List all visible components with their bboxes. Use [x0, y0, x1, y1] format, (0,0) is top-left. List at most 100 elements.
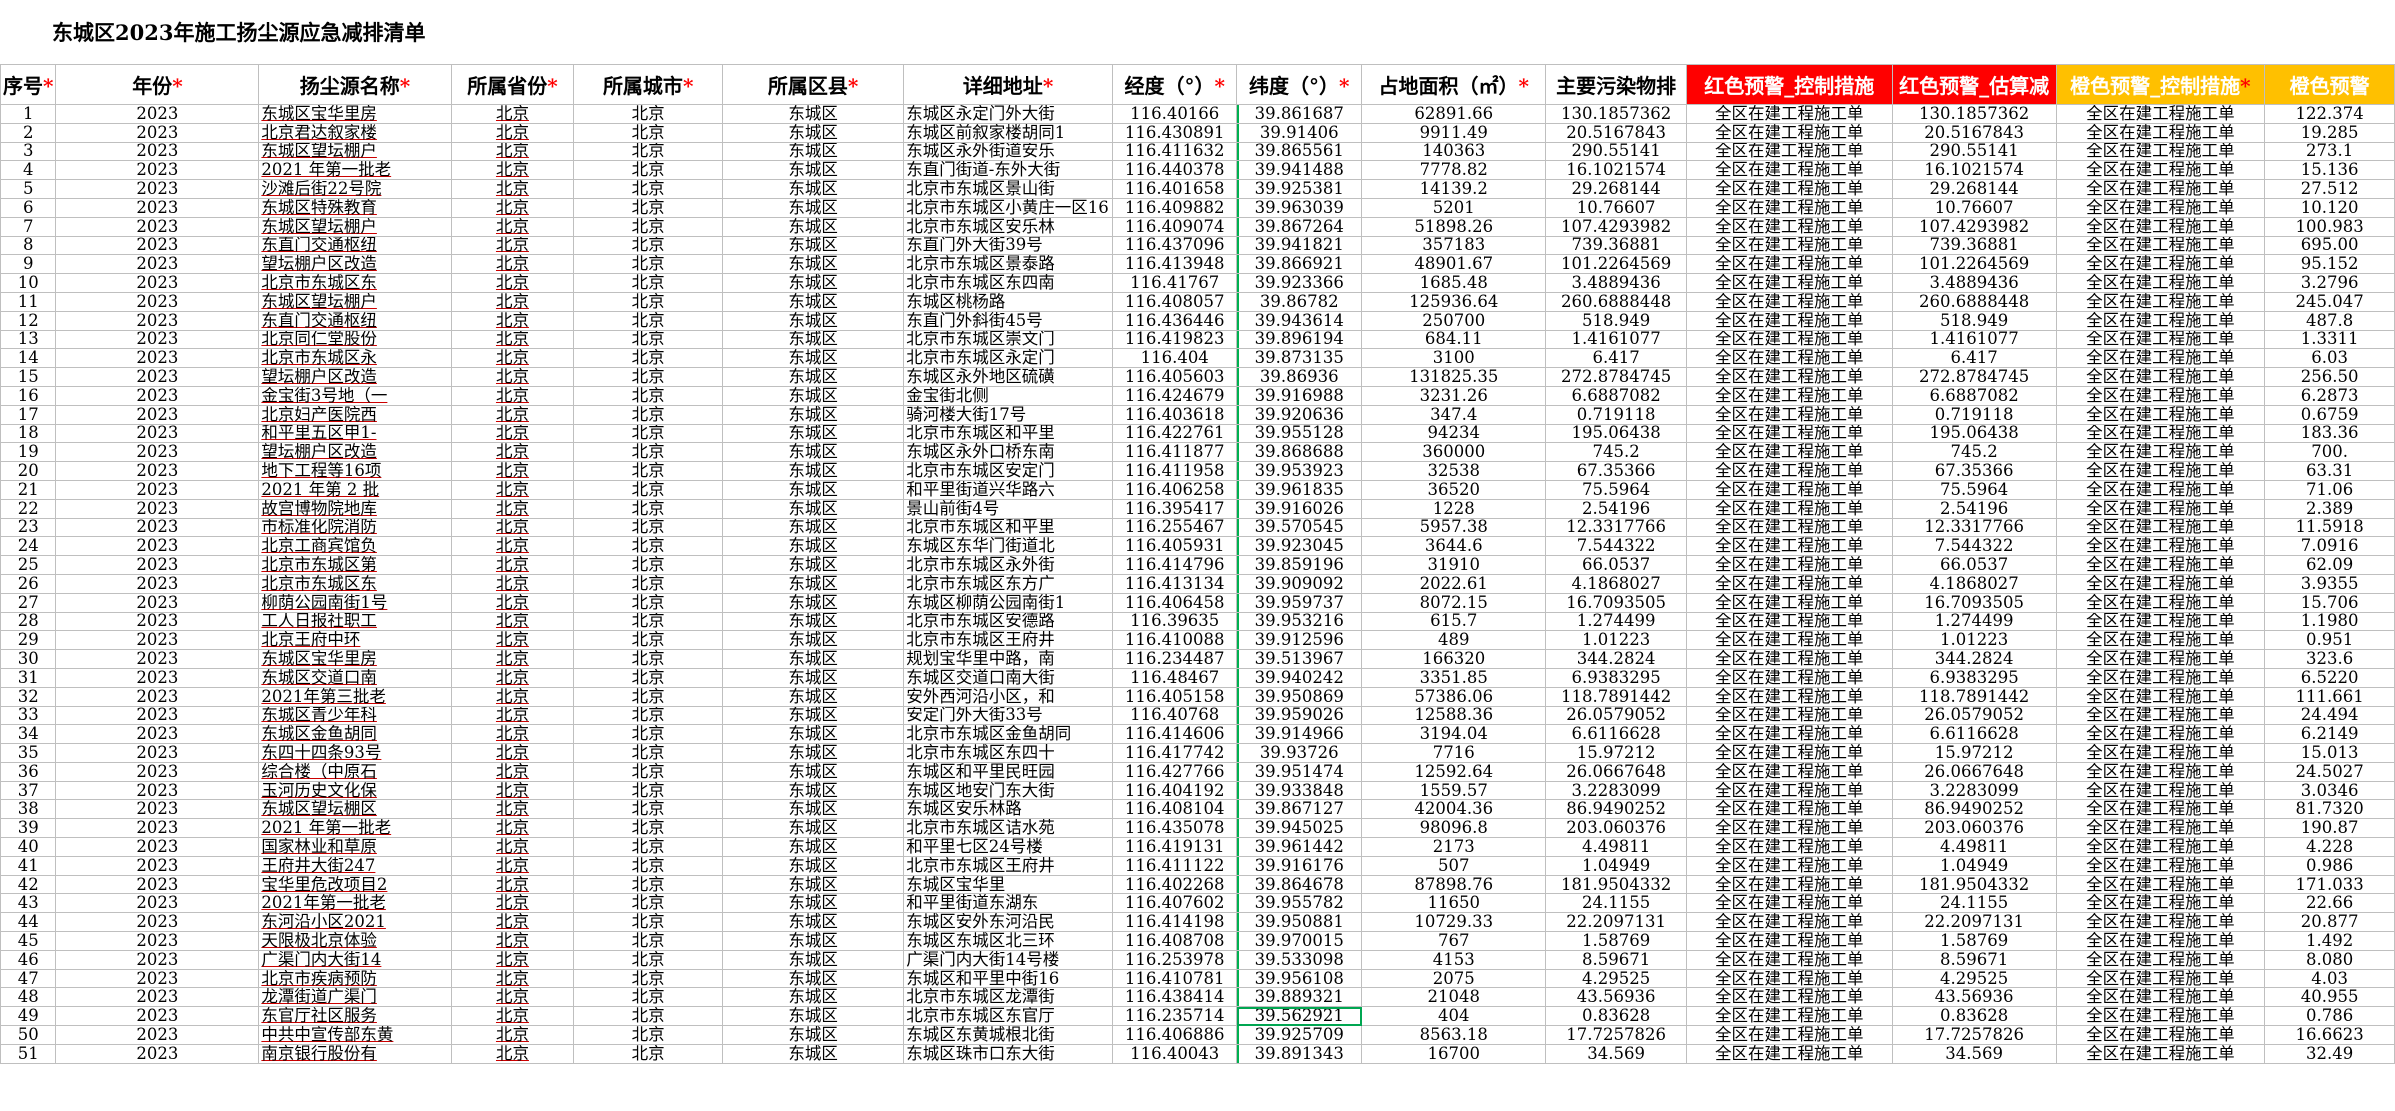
- cell-pollutant[interactable]: 67.35366: [1545, 461, 1687, 481]
- cell-pollutant[interactable]: 0.83628: [1545, 1006, 1687, 1027]
- cell-red-measure[interactable]: 全区在建工程施工单: [1685, 423, 1893, 444]
- cell-province[interactable]: 北京: [450, 949, 575, 970]
- cell-latitude[interactable]: 39.955128: [1236, 423, 1363, 444]
- cell-orange-measure[interactable]: 全区在建工程施工单: [2055, 874, 2266, 895]
- cell-source-name[interactable]: 东四十四条93号: [258, 743, 452, 763]
- cell-latitude[interactable]: 39.953923: [1236, 461, 1363, 481]
- cell-orange-measure[interactable]: 全区在建工程施工单: [2055, 461, 2266, 481]
- cell-area[interactable]: 250700: [1361, 310, 1547, 331]
- cell-year[interactable]: 2023: [55, 160, 260, 181]
- cell-red-measure[interactable]: 全区在建工程施工单: [1685, 122, 1893, 143]
- cell-source-name[interactable]: 金宝街3号地（一: [258, 385, 452, 406]
- cell-province[interactable]: 北京: [450, 686, 575, 707]
- cell-red-measure[interactable]: 全区在建工程施工单: [1685, 949, 1893, 970]
- cell-district[interactable]: 东城区: [722, 160, 905, 181]
- cell-address[interactable]: 东城区安外东河沿民: [903, 912, 1113, 933]
- cell-city[interactable]: 北京: [573, 404, 724, 425]
- cell-red-measure[interactable]: 全区在建工程施工单: [1685, 893, 1893, 914]
- cell-orange-estimate[interactable]: 6.2873: [2264, 385, 2395, 406]
- cell-orange-measure[interactable]: 全区在建工程施工单: [2055, 761, 2266, 782]
- cell-district[interactable]: 东城区: [722, 573, 905, 594]
- cell-source-name[interactable]: 北京同仁堂股份: [258, 329, 452, 350]
- cell-province[interactable]: 北京: [450, 912, 575, 933]
- cell-seq[interactable]: 47: [0, 968, 57, 989]
- cell-red-measure[interactable]: 全区在建工程施工单: [1685, 461, 1893, 481]
- cell-district[interactable]: 东城区: [722, 216, 905, 237]
- cell-pollutant[interactable]: 0.719118: [1545, 404, 1687, 425]
- cell-source-name[interactable]: 东城区青少年科: [258, 705, 452, 726]
- cell-red-estimate[interactable]: 272.8784745: [1891, 367, 2057, 387]
- cell-city[interactable]: 北京: [573, 461, 724, 481]
- cell-city[interactable]: 北京: [573, 724, 724, 745]
- cell-address[interactable]: 东直门街道-东外大街: [903, 160, 1113, 181]
- cell-source-name[interactable]: 北京市东城区东: [258, 573, 452, 594]
- cell-area[interactable]: 7778.82: [1361, 160, 1547, 181]
- cell-red-measure[interactable]: 全区在建工程施工单: [1685, 216, 1893, 237]
- cell-area[interactable]: 16700: [1361, 1043, 1547, 1064]
- cell-orange-estimate[interactable]: 71.06: [2264, 479, 2395, 500]
- cell-district[interactable]: 东城区: [722, 404, 905, 425]
- cell-year[interactable]: 2023: [55, 780, 260, 801]
- cell-red-estimate[interactable]: 0.719118: [1891, 404, 2057, 425]
- cell-red-estimate[interactable]: 107.4293982: [1891, 216, 2057, 237]
- cell-latitude[interactable]: 39.86936: [1236, 367, 1363, 387]
- cell-seq[interactable]: 49: [0, 1006, 57, 1027]
- cell-red-measure[interactable]: 全区在建工程施工单: [1685, 630, 1893, 651]
- cell-orange-measure[interactable]: 全区在建工程施工单: [2055, 931, 2266, 951]
- cell-longitude[interactable]: 116.406458: [1111, 592, 1238, 613]
- cell-address[interactable]: 景山前街4号: [903, 498, 1113, 519]
- cell-district[interactable]: 东城区: [722, 649, 905, 669]
- cell-longitude[interactable]: 116.48467: [1111, 667, 1238, 688]
- cell-pollutant[interactable]: 4.1868027: [1545, 573, 1687, 594]
- cell-latitude[interactable]: 39.513967: [1236, 649, 1363, 669]
- cell-orange-measure[interactable]: 全区在建工程施工单: [2055, 799, 2266, 820]
- cell-seq[interactable]: 34: [0, 724, 57, 745]
- cell-latitude[interactable]: 39.925709: [1236, 1025, 1363, 1045]
- cell-province[interactable]: 北京: [450, 423, 575, 444]
- cell-address[interactable]: 金宝街北侧: [903, 385, 1113, 406]
- cell-year[interactable]: 2023: [55, 949, 260, 970]
- cell-address[interactable]: 北京市东城区和平里: [903, 423, 1113, 444]
- cell-district[interactable]: 东城区: [722, 837, 905, 857]
- cell-pollutant[interactable]: 17.7257826: [1545, 1025, 1687, 1045]
- cell-district[interactable]: 东城区: [722, 855, 905, 876]
- column-header-latitude[interactable]: 纬度（°）*: [1236, 64, 1363, 105]
- cell-longitude[interactable]: 116.403618: [1111, 404, 1238, 425]
- cell-district[interactable]: 东城区: [722, 630, 905, 651]
- cell-province[interactable]: 北京: [450, 611, 575, 632]
- cell-address[interactable]: 东直门外大街39号: [903, 235, 1113, 256]
- cell-pollutant[interactable]: 6.9383295: [1545, 667, 1687, 688]
- cell-address[interactable]: 北京市东城区安德路: [903, 611, 1113, 632]
- cell-district[interactable]: 东城区: [722, 949, 905, 970]
- cell-pollutant[interactable]: 260.6888448: [1545, 291, 1687, 312]
- cell-orange-measure[interactable]: 全区在建工程施工单: [2055, 667, 2266, 688]
- cell-pollutant[interactable]: 16.1021574: [1545, 160, 1687, 181]
- cell-source-name[interactable]: 2021 年第一批老: [258, 160, 452, 181]
- cell-district[interactable]: 东城区: [722, 968, 905, 989]
- cell-orange-measure[interactable]: 全区在建工程施工单: [2055, 348, 2266, 369]
- cell-province[interactable]: 北京: [450, 479, 575, 500]
- cell-red-measure[interactable]: 全区在建工程施工单: [1685, 1025, 1893, 1045]
- cell-source-name[interactable]: 2021 年第一批老: [258, 818, 452, 839]
- cell-province[interactable]: 北京: [450, 1006, 575, 1027]
- cell-province[interactable]: 北京: [450, 179, 575, 199]
- cell-city[interactable]: 北京: [573, 122, 724, 143]
- cell-red-estimate[interactable]: 101.2264569: [1891, 254, 2057, 275]
- cell-seq[interactable]: 24: [0, 536, 57, 557]
- cell-area[interactable]: 31910: [1361, 555, 1547, 575]
- cell-year[interactable]: 2023: [55, 536, 260, 557]
- cell-orange-estimate[interactable]: 27.512: [2264, 179, 2395, 199]
- cell-area[interactable]: 1559.57: [1361, 780, 1547, 801]
- cell-red-measure[interactable]: 全区在建工程施工单: [1685, 348, 1893, 369]
- cell-address[interactable]: 东直门外斜街45号: [903, 310, 1113, 331]
- cell-province[interactable]: 北京: [450, 104, 575, 124]
- cell-province[interactable]: 北京: [450, 141, 575, 162]
- cell-red-measure[interactable]: 全区在建工程施工单: [1685, 649, 1893, 669]
- cell-seq[interactable]: 26: [0, 573, 57, 594]
- cell-orange-estimate[interactable]: 19.285: [2264, 122, 2395, 143]
- cell-orange-estimate[interactable]: 0.786: [2264, 1006, 2395, 1027]
- cell-red-estimate[interactable]: 4.49811: [1891, 837, 2057, 857]
- cell-longitude[interactable]: 116.404192: [1111, 780, 1238, 801]
- cell-orange-estimate[interactable]: 700.: [2264, 442, 2395, 463]
- cell-district[interactable]: 东城区: [722, 122, 905, 143]
